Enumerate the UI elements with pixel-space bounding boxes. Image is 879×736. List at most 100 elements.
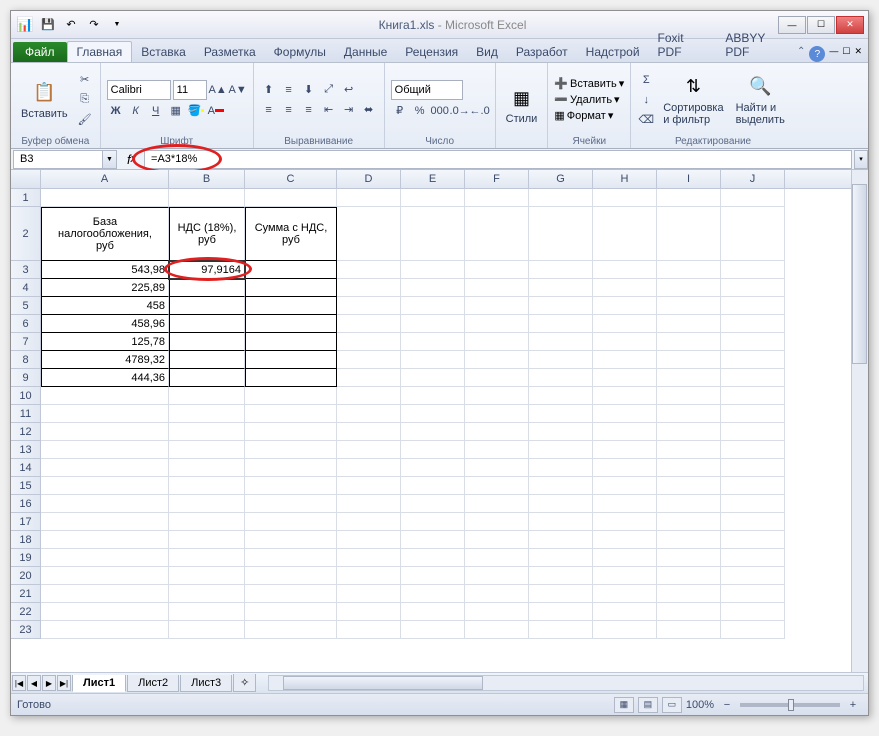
cell-D19[interactable] (337, 549, 401, 567)
row-header-17[interactable]: 17 (11, 513, 41, 531)
cell-A20[interactable] (41, 567, 169, 585)
tab-foxit[interactable]: Foxit PDF (649, 28, 717, 62)
cell-D20[interactable] (337, 567, 401, 585)
cell-B17[interactable] (169, 513, 245, 531)
sheet-nav-first-icon[interactable]: |◀ (12, 675, 26, 691)
cell-I5[interactable] (657, 297, 721, 315)
cell-G15[interactable] (529, 477, 593, 495)
italic-button[interactable]: К (127, 102, 145, 120)
cell-F13[interactable] (465, 441, 529, 459)
cell-E7[interactable] (401, 333, 465, 351)
cell-G12[interactable] (529, 423, 593, 441)
cell-C1[interactable] (245, 189, 337, 207)
cell-C5[interactable] (245, 297, 337, 315)
redo-button[interactable]: ↷ (84, 15, 104, 35)
cell-A13[interactable] (41, 441, 169, 459)
row-header-7[interactable]: 7 (11, 333, 41, 351)
cell-J7[interactable] (721, 333, 785, 351)
cell-I22[interactable] (657, 603, 721, 621)
cell-B15[interactable] (169, 477, 245, 495)
cell-C3[interactable] (245, 261, 337, 279)
cell-I18[interactable] (657, 531, 721, 549)
cell-F23[interactable] (465, 621, 529, 639)
cell-E12[interactable] (401, 423, 465, 441)
cell-C7[interactable] (245, 333, 337, 351)
sheet-nav-prev-icon[interactable]: ◀ (27, 675, 41, 691)
cell-H21[interactable] (593, 585, 657, 603)
cell-A16[interactable] (41, 495, 169, 513)
paste-button[interactable]: 📋 Вставить (17, 78, 72, 122)
cell-H6[interactable] (593, 315, 657, 333)
cell-A23[interactable] (41, 621, 169, 639)
tab-review[interactable]: Рецензия (396, 42, 467, 62)
cell-G17[interactable] (529, 513, 593, 531)
col-header-F[interactable]: F (465, 170, 529, 188)
cell-J12[interactable] (721, 423, 785, 441)
cell-B4[interactable] (169, 279, 245, 297)
cell-B20[interactable] (169, 567, 245, 585)
cell-B1[interactable] (169, 189, 245, 207)
percent-button[interactable]: % (411, 102, 429, 120)
cell-J5[interactable] (721, 297, 785, 315)
cell-I15[interactable] (657, 477, 721, 495)
cell-A8[interactable]: 4789,32 (41, 351, 169, 369)
cell-F15[interactable] (465, 477, 529, 495)
cell-E6[interactable] (401, 315, 465, 333)
comma-button[interactable]: 000 (431, 102, 449, 120)
cell-D15[interactable] (337, 477, 401, 495)
col-header-G[interactable]: G (529, 170, 593, 188)
cell-J13[interactable] (721, 441, 785, 459)
workbook-min-icon[interactable]: — (829, 46, 838, 62)
maximize-button[interactable]: ☐ (807, 16, 835, 34)
cell-B9[interactable] (169, 369, 245, 387)
cell-C9[interactable] (245, 369, 337, 387)
indent-decrease-button[interactable]: ⇤ (320, 101, 338, 119)
cell-A15[interactable] (41, 477, 169, 495)
cell-E1[interactable] (401, 189, 465, 207)
sheet-tab-1[interactable]: Лист1 (72, 675, 126, 692)
cell-C13[interactable] (245, 441, 337, 459)
row-header-3[interactable]: 3 (11, 261, 41, 279)
col-header-I[interactable]: I (657, 170, 721, 188)
cell-F2[interactable] (465, 207, 529, 261)
row-header-6[interactable]: 6 (11, 315, 41, 333)
cell-E9[interactable] (401, 369, 465, 387)
cell-A9[interactable]: 444,36 (41, 369, 169, 387)
cell-F11[interactable] (465, 405, 529, 423)
cell-B16[interactable] (169, 495, 245, 513)
tab-abbyy[interactable]: ABBYY PDF (716, 28, 797, 62)
indent-increase-button[interactable]: ⇥ (340, 101, 358, 119)
cell-B14[interactable] (169, 459, 245, 477)
cell-C22[interactable] (245, 603, 337, 621)
cut-button[interactable]: ✂ (76, 71, 94, 89)
cell-I13[interactable] (657, 441, 721, 459)
row-header-23[interactable]: 23 (11, 621, 41, 639)
cell-D3[interactable] (337, 261, 401, 279)
cell-J18[interactable] (721, 531, 785, 549)
row-header-22[interactable]: 22 (11, 603, 41, 621)
row-header-15[interactable]: 15 (11, 477, 41, 495)
cell-G10[interactable] (529, 387, 593, 405)
cell-C8[interactable] (245, 351, 337, 369)
cell-D9[interactable] (337, 369, 401, 387)
cell-C23[interactable] (245, 621, 337, 639)
cell-B22[interactable] (169, 603, 245, 621)
currency-button[interactable]: ₽ (391, 102, 409, 120)
cell-I23[interactable] (657, 621, 721, 639)
row-header-14[interactable]: 14 (11, 459, 41, 477)
cell-B13[interactable] (169, 441, 245, 459)
cell-D7[interactable] (337, 333, 401, 351)
cell-E4[interactable] (401, 279, 465, 297)
cell-E8[interactable] (401, 351, 465, 369)
cell-G16[interactable] (529, 495, 593, 513)
cell-F18[interactable] (465, 531, 529, 549)
cell-C17[interactable] (245, 513, 337, 531)
cell-I17[interactable] (657, 513, 721, 531)
row-header-13[interactable]: 13 (11, 441, 41, 459)
cell-G5[interactable] (529, 297, 593, 315)
ribbon-collapse-icon[interactable]: ⌃ (797, 46, 805, 62)
cell-A3[interactable]: 543,98 (41, 261, 169, 279)
cell-D23[interactable] (337, 621, 401, 639)
cell-A17[interactable] (41, 513, 169, 531)
cell-G22[interactable] (529, 603, 593, 621)
